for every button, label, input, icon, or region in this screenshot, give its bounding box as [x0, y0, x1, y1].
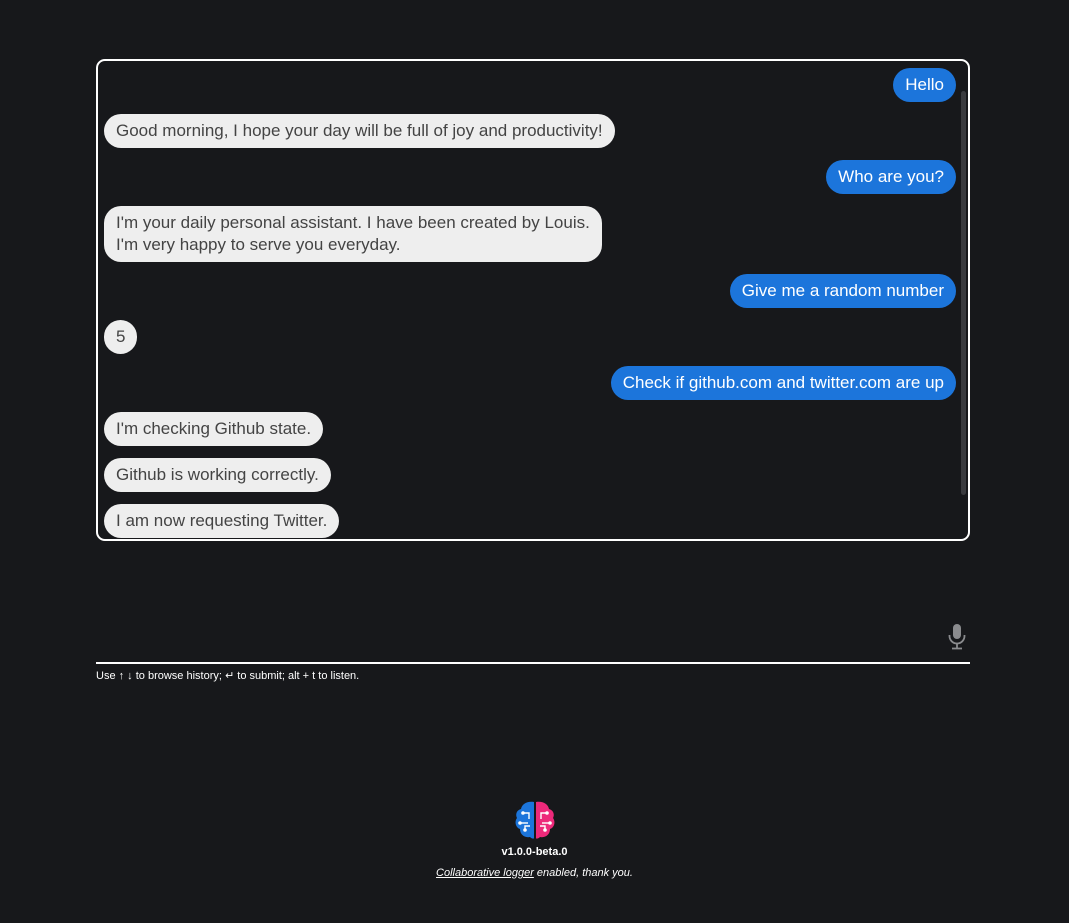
utterance-input[interactable] — [96, 612, 940, 662]
logger-notice-suffix: enabled, thank you. — [533, 867, 633, 879]
input-container — [96, 612, 970, 664]
assistant-message: I am now requesting Twitter. — [104, 504, 956, 538]
message-bubble: Github is working correctly. — [104, 458, 331, 492]
keyboard-hint: Use ↑ ↓ to browse history; ↵ to submit; … — [96, 670, 360, 682]
message-bubble: I am now requesting Twitter. — [104, 504, 340, 538]
message-bubble: Hello — [893, 68, 956, 102]
user-message: Check if github.com and twitter.com are … — [104, 366, 956, 400]
assistant-message: Good morning, I hope your day will be fu… — [104, 114, 956, 148]
message-bubble: Good morning, I hope your day will be fu… — [104, 114, 615, 148]
version-label: v1.0.0-beta.0 — [501, 846, 568, 858]
message-bubble: I'm your daily personal assistant. I hav… — [104, 206, 602, 262]
microphone-icon — [948, 624, 966, 650]
brain-logo-icon — [515, 801, 554, 839]
message-bubble: I'm checking Github state. — [104, 412, 324, 446]
assistant-message: I'm your daily personal assistant. I hav… — [104, 206, 956, 262]
logger-notice: Collaborative logger enabled, thank you. — [0, 867, 1069, 879]
message-list: Hello Good morning, I hope your day will… — [98, 61, 968, 539]
message-bubble: 5 — [104, 320, 138, 354]
message-bubble: Check if github.com and twitter.com are … — [610, 366, 956, 400]
message-bubble: Give me a random number — [729, 274, 956, 308]
user-message: Give me a random number — [104, 274, 956, 308]
feed-scrollbar[interactable] — [961, 91, 966, 495]
footer: v1.0.0-beta.0 Collaborative logger enabl… — [0, 799, 1069, 879]
user-message: Who are you? — [104, 160, 956, 194]
assistant-message: 5 — [104, 320, 956, 354]
assistant-message: Github is working correctly. — [104, 458, 956, 492]
message-bubble: Who are you? — [826, 160, 956, 194]
assistant-message: I'm checking Github state. — [104, 412, 956, 446]
chat-feed[interactable]: Hello Good morning, I hope your day will… — [96, 59, 970, 541]
collaborative-logger-link[interactable]: Collaborative logger — [436, 867, 534, 879]
mic-button[interactable] — [946, 623, 968, 651]
user-message: Hello — [104, 68, 956, 102]
